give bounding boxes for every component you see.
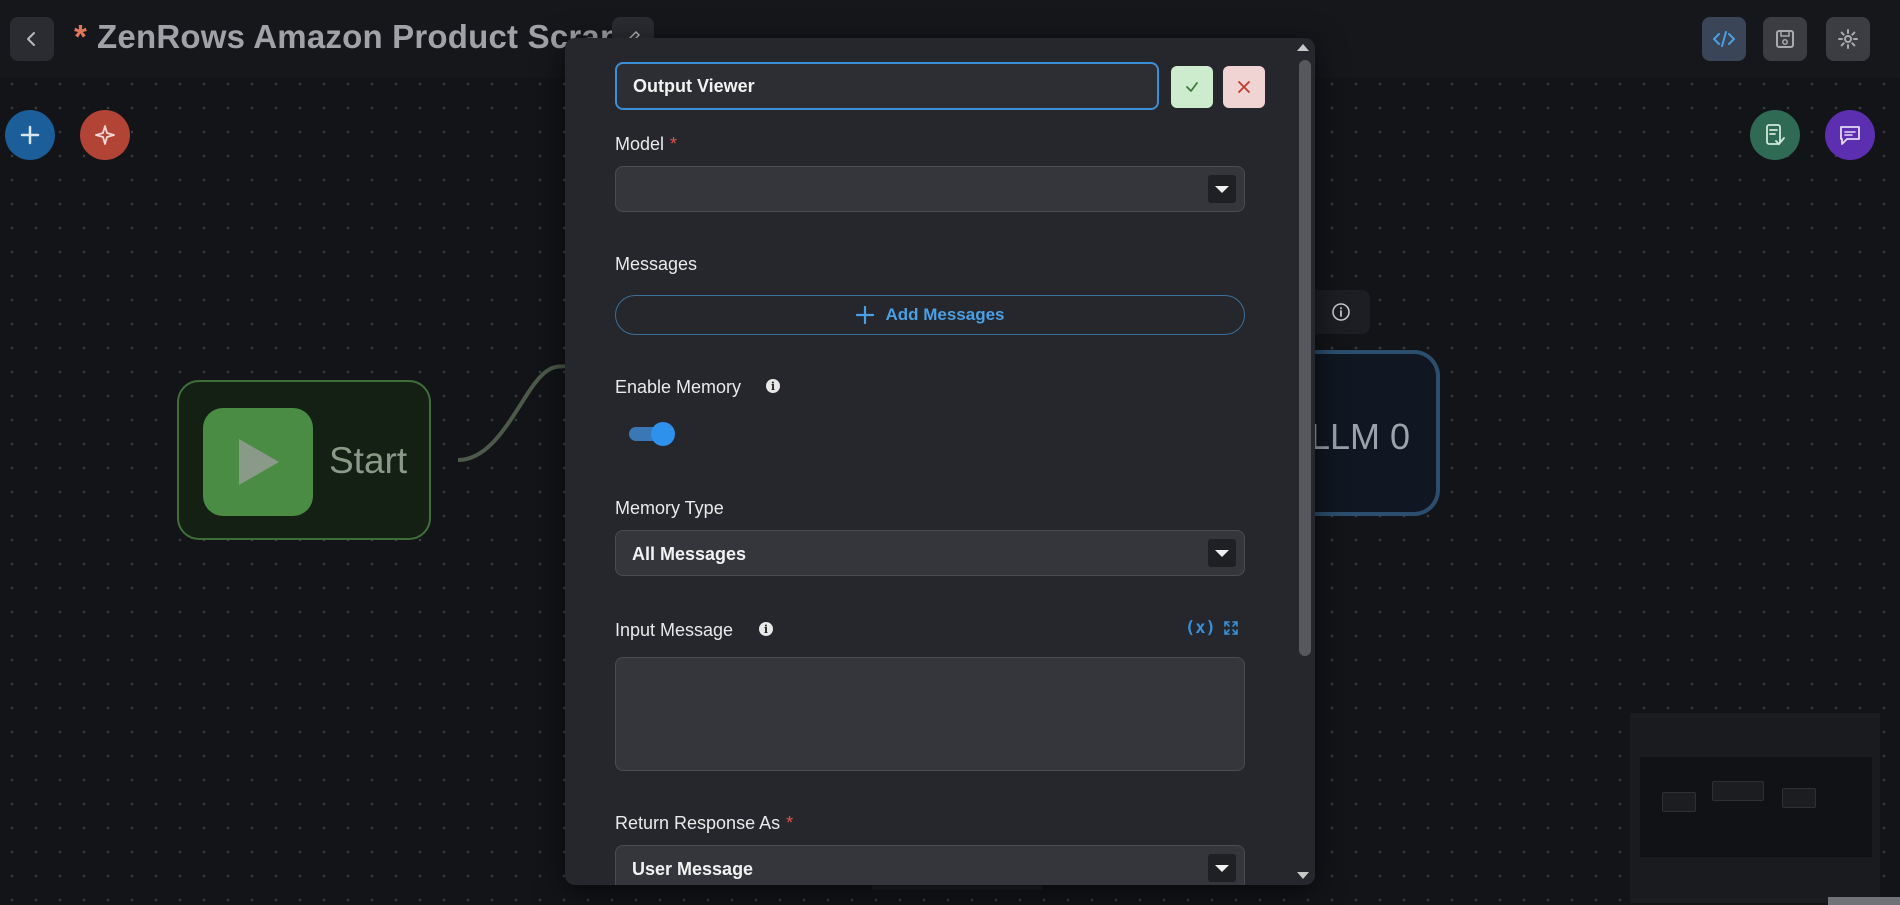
enable-memory-label: Enable Memory — [615, 377, 742, 397]
settings-button[interactable] — [1826, 17, 1870, 61]
required-marker: * — [786, 813, 794, 833]
node-name-input[interactable] — [615, 62, 1159, 110]
input-message-label: Input Message — [615, 620, 734, 640]
caret-down-icon — [1208, 854, 1236, 882]
api-code-button[interactable] — [1702, 17, 1746, 61]
model-label-text: Model — [615, 134, 665, 154]
return-response-label: Return Response As * — [615, 813, 793, 834]
caret-down-icon — [1208, 539, 1236, 567]
scroll-down-icon[interactable] — [1297, 872, 1309, 879]
unsaved-marker: * — [74, 18, 88, 55]
toggle-knob — [651, 422, 675, 446]
start-node[interactable]: Start — [177, 380, 431, 540]
confirm-name-button[interactable] — [1171, 66, 1213, 108]
model-label: Model * — [615, 134, 677, 155]
model-select[interactable] — [615, 166, 1245, 212]
check-icon — [1186, 82, 1198, 92]
plus-icon — [20, 125, 40, 145]
chat-icon — [1840, 126, 1860, 145]
start-node-label: Start — [329, 440, 408, 481]
input-message-textarea[interactable] — [615, 657, 1245, 771]
add-messages-button[interactable]: Add Messages — [615, 295, 1245, 335]
memory-type-value: All Messages — [632, 544, 747, 564]
enable-memory-toggle[interactable] — [629, 421, 675, 447]
messages-label: Messages — [615, 254, 698, 274]
save-flow-button[interactable] — [1763, 17, 1807, 61]
scrollbar-thumb[interactable] — [1299, 60, 1311, 656]
info-icon — [1332, 303, 1350, 321]
return-response-value: User Message — [632, 859, 754, 879]
code-icon — [1713, 31, 1735, 47]
expand-icon[interactable] — [1223, 620, 1239, 636]
scroll-up-icon[interactable] — [1297, 44, 1309, 51]
ai-generate-button[interactable] — [80, 110, 130, 160]
caret-down-icon — [1208, 175, 1236, 203]
horizontal-scrollbar[interactable] — [1828, 897, 1900, 905]
play-icon — [239, 439, 279, 485]
save-icon — [1776, 30, 1794, 48]
memory-type-label: Memory Type — [615, 498, 724, 518]
info-icon[interactable]: i — [759, 622, 773, 636]
gear-icon — [1838, 29, 1858, 49]
minimap-viewport — [1640, 757, 1872, 857]
close-icon — [1238, 81, 1250, 93]
start-node-icon-box — [203, 408, 313, 516]
minimap-node — [1662, 792, 1696, 812]
add-messages-label: Add Messages — [885, 305, 1005, 324]
return-response-select[interactable]: User Message — [615, 845, 1245, 885]
minimap[interactable] — [1630, 713, 1880, 903]
variable-icon[interactable]: (x) — [1185, 618, 1216, 638]
validate-flow-button[interactable] — [1750, 110, 1800, 160]
connection-edge — [457, 364, 570, 462]
info-icon[interactable]: i — [766, 379, 780, 393]
dialog-scrollbar[interactable] — [1293, 38, 1315, 885]
checklist-icon — [1766, 124, 1785, 146]
cancel-name-button[interactable] — [1223, 66, 1265, 108]
return-response-label-text: Return Response As — [615, 813, 781, 833]
memory-type-select[interactable]: All Messages — [615, 530, 1245, 576]
plus-icon — [856, 305, 875, 325]
chevron-left-icon — [27, 32, 35, 46]
chat-button[interactable] — [1825, 110, 1875, 160]
llm-node-info-button[interactable] — [1312, 290, 1370, 334]
sparkles-icon — [95, 125, 115, 145]
llm-node-label: LLM 0 — [1310, 416, 1411, 457]
minimap-node — [1712, 781, 1764, 801]
back-button[interactable] — [10, 17, 54, 61]
required-marker: * — [670, 134, 678, 154]
minimap-node — [1782, 788, 1816, 808]
node-edit-dialog: Model* Messages Add Messages Enable Memo… — [565, 38, 1315, 885]
add-node-button[interactable] — [5, 110, 55, 160]
